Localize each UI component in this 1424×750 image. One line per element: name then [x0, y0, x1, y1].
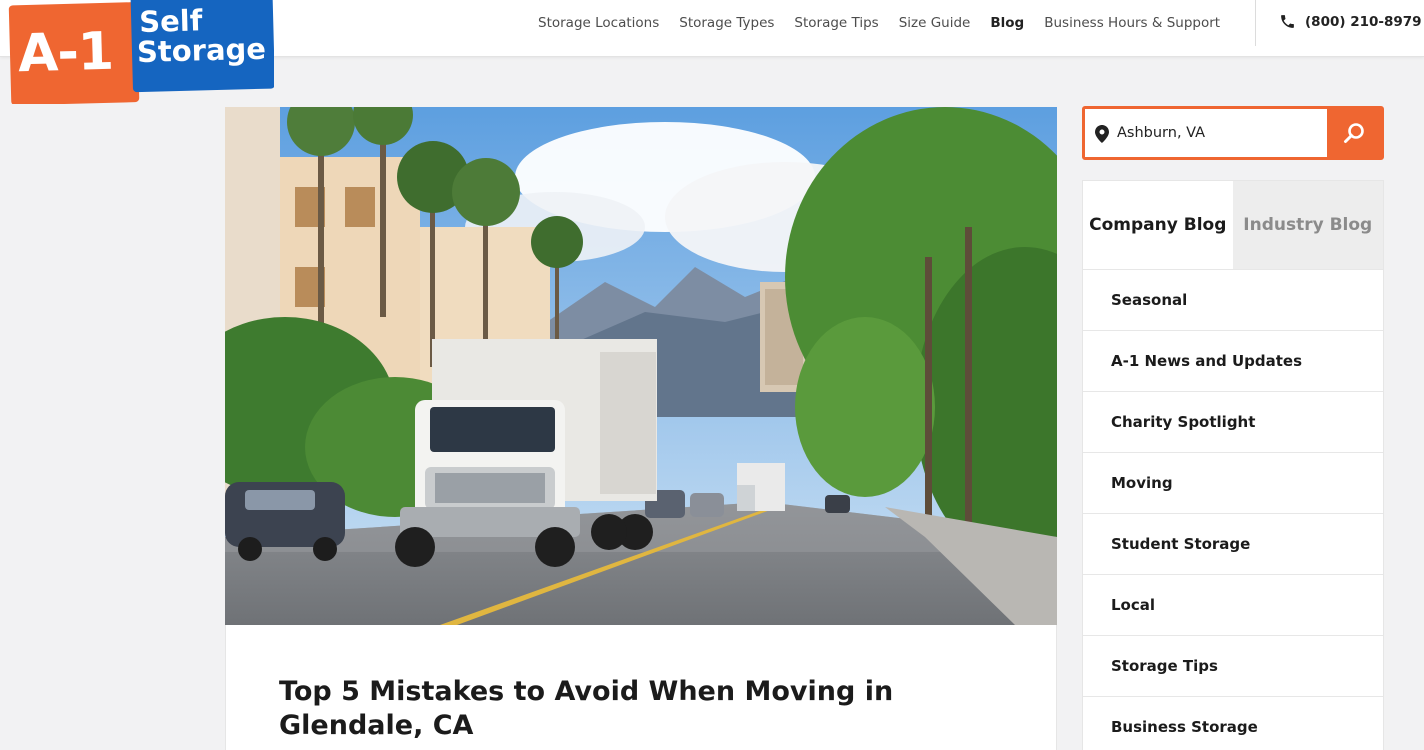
category-charity-spotlight[interactable]: Charity Spotlight [1083, 391, 1383, 452]
article-hero-image [225, 107, 1057, 625]
search-icon [1344, 123, 1364, 143]
nav-storage-types[interactable]: Storage Types [679, 15, 774, 31]
phone-link[interactable]: (800) 210-8979 [1279, 13, 1422, 30]
category-seasonal[interactable]: Seasonal [1083, 269, 1383, 330]
nav-size-guide[interactable]: Size Guide [899, 15, 971, 31]
category-local[interactable]: Local [1083, 574, 1383, 635]
blog-tabs: Company Blog Industry Blog [1083, 181, 1383, 269]
category-business-storage[interactable]: Business Storage [1083, 696, 1383, 750]
nav-storage-tips[interactable]: Storage Tips [794, 15, 878, 31]
blog-category-panel: Company Blog Industry Blog Seasonal A-1 … [1082, 180, 1384, 750]
category-student-storage[interactable]: Student Storage [1083, 513, 1383, 574]
location-search [1082, 106, 1384, 160]
location-search-input[interactable] [1117, 109, 1327, 157]
logo-text-storage: Storage [137, 32, 267, 69]
category-a1-news-and-updates[interactable]: A-1 News and Updates [1083, 330, 1383, 391]
nav-blog[interactable]: Blog [990, 15, 1024, 31]
location-pin-icon [1095, 125, 1109, 143]
category-storage-tips[interactable]: Storage Tips [1083, 635, 1383, 696]
logo-text-a1: A-1 [17, 22, 114, 84]
nav-storage-locations[interactable]: Storage Locations [538, 15, 659, 31]
tab-industry-blog[interactable]: Industry Blog [1232, 181, 1383, 269]
category-moving[interactable]: Moving [1083, 452, 1383, 513]
search-button[interactable] [1327, 109, 1381, 157]
article-card: Top 5 Mistakes to Avoid When Moving in G… [225, 625, 1057, 750]
phone-icon [1281, 15, 1294, 28]
nav-business-hours-support[interactable]: Business Hours & Support [1044, 15, 1220, 31]
nav-divider [1255, 0, 1256, 46]
tab-company-blog[interactable]: Company Blog [1083, 181, 1233, 269]
a1-self-storage-logo[interactable]: A-1 Self Storage [6, 0, 274, 104]
phone-number: (800) 210-8979 [1305, 13, 1422, 30]
article-title[interactable]: Top 5 Mistakes to Avoid When Moving in G… [279, 675, 919, 743]
main-nav: Storage Locations Storage Types Storage … [528, 0, 1230, 46]
